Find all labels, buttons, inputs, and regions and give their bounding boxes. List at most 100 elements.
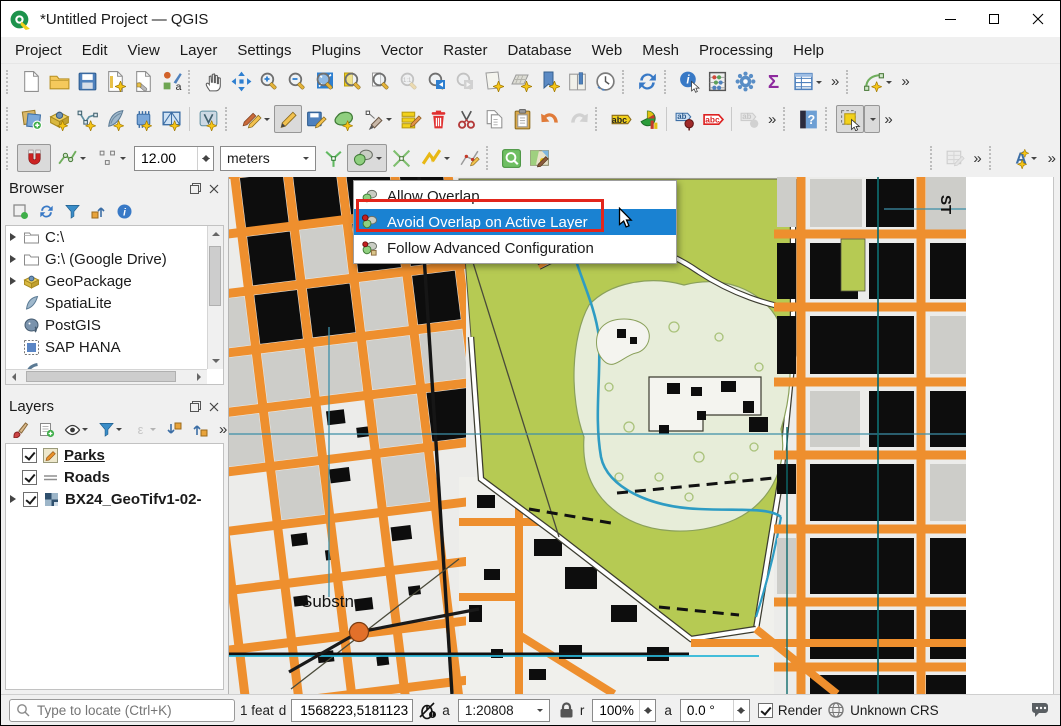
new-shapefile-layer-button[interactable] <box>73 105 101 133</box>
rotation-spinbox[interactable] <box>680 699 750 722</box>
menu-project[interactable]: Project <box>5 39 72 62</box>
new-spatial-bookmark-button[interactable] <box>535 68 563 96</box>
toolbar-grip[interactable] <box>989 146 997 170</box>
temporal-controller-button[interactable] <box>591 68 619 96</box>
browser-float-button[interactable] <box>187 182 203 196</box>
toolbar-extend-button[interactable]: » <box>827 73 843 90</box>
add-polygon-feature-button[interactable] <box>330 105 358 133</box>
layer-checkbox[interactable] <box>22 470 37 485</box>
new-map-view-button[interactable] <box>479 68 507 96</box>
browser-item-spatialite[interactable]: SpatiaLite <box>6 292 223 314</box>
new-virtual-layer-button[interactable] <box>129 105 157 133</box>
vertex-tool-button[interactable] <box>358 105 396 133</box>
layer-item-parks[interactable]: Parks <box>6 444 223 466</box>
new-temporary-scratch-layer-button[interactable] <box>194 105 222 133</box>
save-project-button[interactable] <box>73 68 101 96</box>
enable-snapping-button[interactable] <box>17 144 51 172</box>
zoom-out-button[interactable] <box>283 68 311 96</box>
layer-diagram-button[interactable] <box>634 105 662 133</box>
toolbar-extend-button[interactable]: » <box>1044 150 1060 167</box>
layer-checkbox[interactable] <box>22 448 37 463</box>
annotation-button[interactable]: A <box>1000 144 1044 172</box>
expand-icon[interactable] <box>10 233 20 241</box>
browser-horizontal-scrollbar[interactable] <box>6 369 207 384</box>
menu-item-follow-advanced-configuration[interactable]: Follow Advanced Configuration <box>354 235 676 261</box>
locate-input[interactable] <box>35 702 228 719</box>
menu-help[interactable]: Help <box>783 39 834 62</box>
menu-processing[interactable]: Processing <box>689 39 783 62</box>
identify-features-button[interactable]: i <box>675 68 703 96</box>
messages-icon[interactable] <box>1030 701 1052 719</box>
new-geopackage-layer-button[interactable] <box>45 105 73 133</box>
options-button[interactable] <box>731 68 759 96</box>
move-label-button[interactable]: ab <box>736 105 764 133</box>
layers-close-button[interactable] <box>206 400 222 414</box>
toolbar-grip[interactable] <box>6 70 14 94</box>
snapping-mode-button[interactable] <box>51 144 91 172</box>
layer-checkbox[interactable] <box>23 492 38 507</box>
pan-to-selection-button[interactable] <box>227 68 255 96</box>
menu-database[interactable]: Database <box>497 39 581 62</box>
layers-float-button[interactable] <box>187 400 203 414</box>
layer-item-raster[interactable]: BX24_GeoTifv1-02- <box>6 488 223 510</box>
menu-layer[interactable]: Layer <box>170 39 228 62</box>
render-checkbox[interactable] <box>758 703 773 718</box>
spin-buttons[interactable] <box>733 700 749 721</box>
toolbar-grip[interactable] <box>930 146 938 170</box>
snapping-on-intersection-button[interactable] <box>387 144 415 172</box>
toolbar-grip[interactable] <box>825 107 833 131</box>
crs-status[interactable]: Unknown CRS <box>850 703 939 718</box>
spin-buttons[interactable] <box>639 700 655 721</box>
style-manager-button[interactable]: a <box>157 68 185 96</box>
refresh-browser-button[interactable] <box>35 200 57 222</box>
zoom-full-button[interactable] <box>311 68 339 96</box>
browser-item-sap-hana[interactable]: SAP HANA <box>6 336 223 358</box>
browser-item-postgis[interactable]: PostGIS <box>6 314 223 336</box>
coordinate-display-toggle-icon[interactable]: ! <box>418 701 437 720</box>
expand-icon[interactable] <box>10 277 20 285</box>
save-layer-edits-button[interactable] <box>302 105 330 133</box>
toolbar-grip[interactable] <box>225 107 233 131</box>
snap-options-button[interactable] <box>415 144 455 172</box>
add-group-button[interactable] <box>35 418 57 440</box>
magnifier-spinbox[interactable] <box>592 699 656 722</box>
toolbar-grip[interactable] <box>6 146 14 170</box>
menu-vector[interactable]: Vector <box>371 39 434 62</box>
zoom-last-button[interactable] <box>423 68 451 96</box>
menu-mesh[interactable]: Mesh <box>632 39 689 62</box>
browser-item-g-drive[interactable]: G:\ (Google Drive) <box>6 248 223 270</box>
paste-features-button[interactable] <box>508 105 536 133</box>
toolbar-extend-button[interactable]: » <box>969 150 985 167</box>
new-spatialite-layer-button[interactable] <box>101 105 129 133</box>
toolbar-grip[interactable] <box>664 70 672 94</box>
scrollbar-thumb[interactable] <box>209 246 221 306</box>
pan-map-button[interactable] <box>199 68 227 96</box>
help-button[interactable]: ? <box>794 105 822 133</box>
toolbar-grip[interactable] <box>622 70 630 94</box>
new-project-button[interactable] <box>17 68 45 96</box>
toolbar-grip[interactable] <box>486 146 494 170</box>
rotation-input[interactable] <box>681 702 733 719</box>
menu-edit[interactable]: Edit <box>72 39 118 62</box>
highlight-pinned-labels-button[interactable]: abc <box>699 105 727 133</box>
maximize-button[interactable] <box>972 1 1016 37</box>
data-source-manager-button[interactable] <box>17 105 45 133</box>
browser-vertical-scrollbar[interactable] <box>207 226 223 369</box>
coordinate-input[interactable] <box>298 702 410 719</box>
select-features-dropdown[interactable] <box>864 105 880 133</box>
show-layout-manager-button[interactable] <box>129 68 157 96</box>
pin-labels-button[interactable]: ab <box>671 105 699 133</box>
scale-combo[interactable]: 1:20808 <box>458 699 550 722</box>
properties-button[interactable]: i <box>113 200 135 222</box>
snapping-tolerance-input[interactable] <box>135 149 197 167</box>
filter-by-expression-button[interactable]: ε <box>129 418 159 440</box>
new-3d-map-view-button[interactable] <box>507 68 535 96</box>
collapse-all-button[interactable] <box>87 200 109 222</box>
map-edit-button[interactable] <box>525 144 553 172</box>
zoom-to-layer-button[interactable] <box>367 68 395 96</box>
toolbar-grip[interactable] <box>783 107 791 131</box>
magnifier-input[interactable] <box>593 702 639 719</box>
topological-editing-button[interactable] <box>319 144 347 172</box>
map-point-feature[interactable] <box>350 623 369 642</box>
open-project-button[interactable] <box>45 68 73 96</box>
